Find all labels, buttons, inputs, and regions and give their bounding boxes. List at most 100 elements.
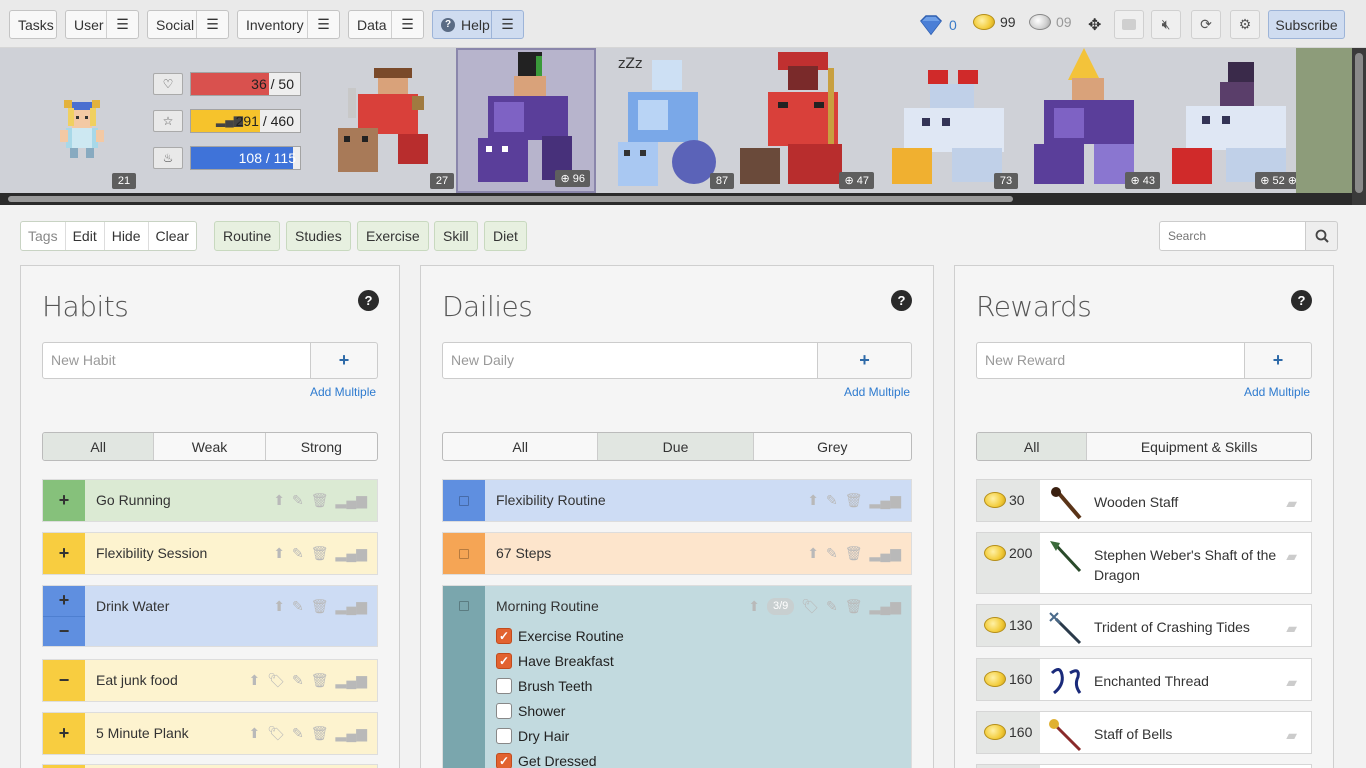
reward-item[interactable]: 160 Enchanted Thread ▰ xyxy=(976,658,1312,701)
scrollbar-thumb[interactable] xyxy=(1355,53,1363,193)
tag-routine[interactable]: Routine xyxy=(214,221,281,251)
plus-button[interactable]: + xyxy=(43,533,85,574)
checklist-progress-badge[interactable]: 3/9 xyxy=(766,598,795,615)
filter-equipment-skills[interactable]: Equipment & Skills xyxy=(1087,433,1311,460)
push-to-top-icon[interactable]: ⬆ xyxy=(273,545,285,562)
sync-button[interactable]: ⟳ xyxy=(1191,10,1221,39)
nav-help-button[interactable]: ? Help ☰ xyxy=(432,10,524,39)
filter-weak[interactable]: Weak xyxy=(154,433,266,460)
add-habit-button[interactable]: + xyxy=(311,342,378,379)
daily-item-with-checklist[interactable]: Morning Routine ⬆ 3/9 🏷︎ ✎ 🗑︎ ▂▄▆ ✓ Exer… xyxy=(442,585,912,768)
checkbox-unchecked[interactable] xyxy=(496,728,512,744)
reward-item[interactable]: 160 Staff of Bells ▰ xyxy=(976,711,1312,754)
subscribe-button[interactable]: Subscribe xyxy=(1268,10,1345,39)
habit-item[interactable]: − Eat junk food ⬆ 🏷︎ ✎ 🗑︎ ▂▄▆ xyxy=(42,659,378,702)
minus-button[interactable]: − xyxy=(43,615,85,647)
checkbox-checked[interactable]: ✓ xyxy=(496,653,512,669)
tag-skill[interactable]: Skill xyxy=(434,221,478,251)
reward-price[interactable]: 160 xyxy=(977,712,1040,753)
hamburger-icon[interactable]: ☰ xyxy=(391,11,423,38)
push-to-top-icon[interactable]: ⬆ xyxy=(249,725,261,742)
add-daily-button[interactable]: + xyxy=(818,342,912,379)
trash-icon[interactable]: 🗑︎ xyxy=(311,492,329,509)
habit-item[interactable]: + Flexibility Session ⬆ ✎ 🗑︎ ▂▄▆ xyxy=(42,532,378,575)
edit-tags-button[interactable]: Edit xyxy=(66,222,105,250)
trash-icon[interactable]: 🗑︎ xyxy=(311,725,329,742)
push-to-top-icon[interactable]: ⬆ xyxy=(807,492,819,509)
reward-item-partial[interactable] xyxy=(976,764,1312,768)
party-member[interactable]: ⊕ 47 xyxy=(738,48,878,193)
checkbox-unchecked[interactable] xyxy=(496,678,512,694)
new-daily-input[interactable]: New Daily xyxy=(442,342,818,379)
party-member[interactable]: ⊕ 43 xyxy=(1024,48,1164,193)
chat-icon[interactable]: ▰ xyxy=(1286,548,1297,565)
minus-button[interactable]: − xyxy=(43,660,85,701)
chart-icon[interactable]: ▂▄▆ xyxy=(870,492,901,509)
partial-party-member[interactable] xyxy=(1296,48,1352,193)
clear-tags-button[interactable]: Clear xyxy=(149,222,196,250)
settings-button[interactable]: ⚙ xyxy=(1230,10,1260,39)
habit-item[interactable]: + Go Running ⬆ ✎ 🗑︎ ▂▄▆ xyxy=(42,479,378,522)
pencil-icon[interactable]: ✎ xyxy=(292,725,304,742)
question-icon[interactable]: ? xyxy=(358,290,379,311)
search-input[interactable] xyxy=(1159,221,1306,251)
habit-item[interactable]: + − Drink Water ⬆ ✎ 🗑︎ ▂▄▆ xyxy=(42,585,378,647)
habit-item-partial[interactable] xyxy=(42,764,378,768)
plus-button[interactable]: + xyxy=(43,480,85,521)
pencil-icon[interactable]: ✎ xyxy=(826,492,838,509)
tag-icon[interactable]: 🏷︎ xyxy=(267,725,285,742)
push-to-top-icon[interactable]: ⬆ xyxy=(249,672,261,689)
habit-item[interactable]: + 5 Minute Plank ⬆ 🏷︎ ✎ 🗑︎ ▂▄▆ xyxy=(42,712,378,755)
trash-icon[interactable]: 🗑︎ xyxy=(311,545,329,562)
reward-price[interactable]: 30 xyxy=(977,480,1040,521)
plus-button[interactable]: + xyxy=(43,713,85,754)
tag-icon[interactable]: 🏷︎ xyxy=(801,598,819,615)
push-to-top-icon[interactable]: ⬆ xyxy=(273,598,285,615)
filter-all[interactable]: All xyxy=(977,433,1088,460)
question-icon[interactable]: ? xyxy=(891,290,912,311)
chart-icon[interactable]: ▂▄▆ xyxy=(336,545,367,562)
tag-diet[interactable]: Diet xyxy=(484,221,527,251)
nav-social-button[interactable]: Social ☰ xyxy=(147,10,229,39)
new-reward-input[interactable]: New Reward xyxy=(976,342,1245,379)
pencil-icon[interactable]: ✎ xyxy=(826,598,838,615)
checklist-item[interactable]: Dry Hair xyxy=(496,728,569,744)
checklist-item[interactable]: Shower xyxy=(496,703,565,719)
tag-icon[interactable]: 🏷︎ xyxy=(267,672,285,689)
chart-icon[interactable]: ▂▄▆ xyxy=(336,598,367,615)
chart-icon[interactable]: ▂▄▆ xyxy=(336,492,367,509)
chart-icon[interactable]: ▂▄▆ xyxy=(336,725,367,742)
checkbox-unchecked[interactable] xyxy=(496,703,512,719)
push-to-top-icon[interactable]: ⬆ xyxy=(748,598,760,615)
chat-button[interactable] xyxy=(1114,10,1144,39)
nav-user-button[interactable]: User ☰ xyxy=(65,10,139,39)
add-multiple-link[interactable]: Add Multiple xyxy=(310,385,376,399)
trash-icon[interactable]: 🗑︎ xyxy=(845,492,863,509)
add-multiple-link[interactable]: Add Multiple xyxy=(1244,385,1310,399)
mute-button[interactable]: 🔇︎ xyxy=(1151,10,1181,39)
pencil-icon[interactable]: ✎ xyxy=(292,492,304,509)
chart-icon[interactable]: ▂▄▆ xyxy=(870,598,901,615)
party-horizontal-scrollbar[interactable] xyxy=(0,193,1352,205)
push-to-top-icon[interactable]: ⬆ xyxy=(807,545,819,562)
reward-item[interactable]: 130 Trident of Crashing Tides ▰ xyxy=(976,604,1312,647)
chart-icon[interactable]: ▂▄▆ xyxy=(870,545,901,562)
question-icon[interactable]: ? xyxy=(1291,290,1312,311)
hamburger-icon[interactable]: ☰ xyxy=(307,11,339,38)
checklist-item[interactable]: ✓ Get Dressed xyxy=(496,753,597,768)
chat-icon[interactable]: ▰ xyxy=(1286,727,1297,744)
tag-exercise[interactable]: Exercise xyxy=(357,221,429,251)
pencil-icon[interactable]: ✎ xyxy=(292,545,304,562)
reward-price[interactable]: 130 xyxy=(977,605,1040,646)
filter-grey[interactable]: Grey xyxy=(754,433,911,460)
chat-icon[interactable]: ▰ xyxy=(1286,495,1297,512)
filter-strong[interactable]: Strong xyxy=(266,433,377,460)
trash-icon[interactable]: 🗑︎ xyxy=(845,545,863,562)
hamburger-icon[interactable]: ☰ xyxy=(491,11,523,38)
chat-icon[interactable]: ▰ xyxy=(1286,620,1297,637)
trash-icon[interactable]: 🗑︎ xyxy=(311,672,329,689)
nav-tasks-button[interactable]: Tasks xyxy=(9,10,57,39)
party-member[interactable]: 73 xyxy=(882,48,1022,193)
trash-icon[interactable]: 🗑︎ xyxy=(311,598,329,615)
plus-button[interactable]: + xyxy=(43,586,85,616)
